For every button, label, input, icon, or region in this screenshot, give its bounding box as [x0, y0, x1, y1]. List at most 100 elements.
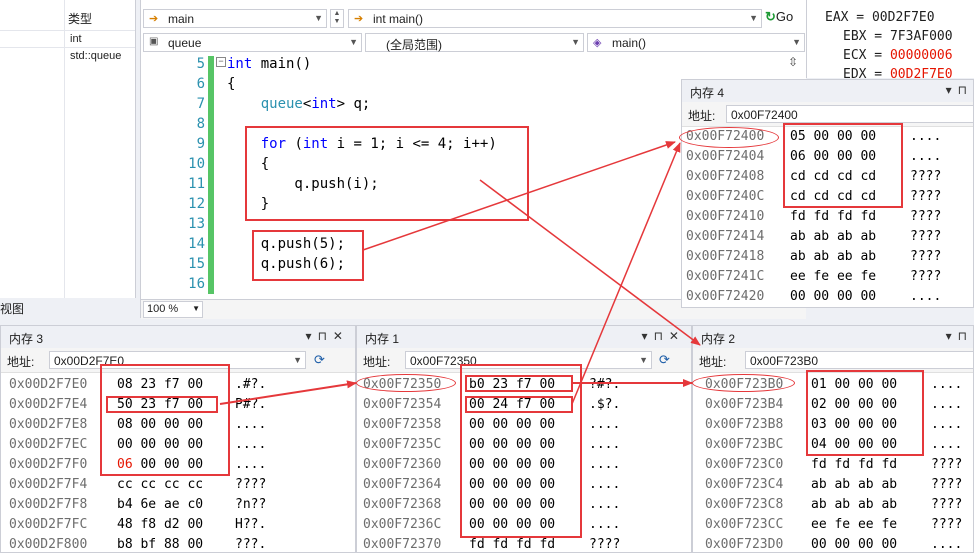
window-buttons[interactable]: ▾⊓✕ [642, 329, 685, 343]
memory-chars: ???? [910, 189, 942, 204]
register-value: 7F3AF000 [889, 29, 953, 44]
annotation-oval-mem4 [679, 127, 779, 148]
memory-chars: ?#?. [589, 377, 621, 392]
code-line[interactable]: queue<int> q; [227, 96, 371, 112]
memory-address: 0x00F7241C [686, 269, 765, 284]
memory-chars: ???? [910, 229, 942, 244]
memory-address: 0x00F72364 [363, 477, 442, 492]
memory-chars: .... [910, 149, 942, 164]
memory-chars: ???? [235, 477, 267, 492]
address-label: 地址: [363, 355, 391, 369]
member-combo-text: main() [612, 36, 647, 50]
memory-chars: .... [235, 437, 267, 452]
window-buttons[interactable]: ▾⊓ [946, 83, 973, 97]
collapse-icon[interactable]: − [216, 57, 226, 67]
register-ebx: EBX = 7F3AF000 [843, 29, 953, 44]
memory-address: 0x00D2F7F8 [9, 497, 88, 512]
annotation-box-mem3 [100, 364, 230, 476]
memory-hex: ab ab ab ab [811, 497, 898, 512]
memory-address: 0x00F723BC [705, 437, 784, 452]
locals-type: std::queue [70, 50, 122, 62]
line-number: 9 [196, 136, 205, 152]
memory-chars: .... [931, 417, 963, 432]
memory-address: 0x00F723CC [705, 517, 784, 532]
memory-hex: ab ab ab ab [790, 249, 877, 264]
memory-address: 0x00F72360 [363, 457, 442, 472]
memory-chars: .#?. [235, 377, 267, 392]
memory-address: 0x00D2F7FC [9, 517, 88, 532]
window-buttons[interactable]: ▾⊓ [946, 329, 973, 343]
memory-hex: fd fd fd fd [469, 537, 556, 552]
memory-address: 0x00F72370 [363, 537, 442, 552]
register-ecx: ECX = 00000006 [843, 48, 953, 63]
memory-chars: .... [931, 397, 963, 412]
memory-chars: .... [931, 377, 963, 392]
memory-chars: .... [931, 537, 963, 552]
project-icon: ▣ [149, 36, 159, 47]
change-bar [208, 56, 214, 294]
memory-address: 0x00F72368 [363, 497, 442, 512]
project-combo[interactable]: ▣ queue ▼ [143, 33, 362, 52]
window-buttons[interactable]: ▾⊓✕ [306, 329, 349, 343]
annotation-box-loop [245, 126, 529, 221]
navigation-combo[interactable]: ➔ main ▼ [143, 9, 327, 28]
memory-address: 0x00F72410 [686, 209, 765, 224]
memory-title: 内存 2 [701, 332, 736, 346]
arrow-right-icon: ➔ [354, 13, 364, 25]
navigation-combo-text: main [168, 12, 195, 26]
locals-row[interactable]: int [0, 30, 135, 48]
locals-row[interactable]: std::queue [0, 47, 135, 65]
code-line[interactable]: { [227, 76, 235, 92]
memory-chars: .... [589, 457, 621, 472]
memory-chars: ???? [910, 249, 942, 264]
memory-chars: ???? [931, 457, 963, 472]
function-combo[interactable]: ➔ int main() ▼ [348, 9, 762, 28]
line-number: 8 [196, 116, 205, 132]
column-header-type[interactable]: 类型 [68, 10, 92, 27]
memory-hex: ee fe ee fe [790, 269, 877, 284]
annotation-oval-mem2 [692, 374, 795, 392]
zoom-combo[interactable]: 100 % ▼ [143, 301, 203, 318]
chevron-down-icon: ▼ [314, 13, 323, 23]
register-name: EAX [825, 10, 849, 25]
address-label: 地址: [7, 355, 35, 369]
memory-address: 0x00F72404 [686, 149, 765, 164]
go-button[interactable]: ↻Go [765, 9, 803, 28]
memory-chars: .... [910, 129, 942, 144]
locals-type: int [70, 33, 82, 45]
memory-chars: ???? [910, 269, 942, 284]
memory-chars: .... [910, 289, 942, 304]
scope-combo[interactable]: (全局范围) ▼ [365, 33, 584, 52]
memory-chars: ???? [910, 209, 942, 224]
memory-chars: ???? [931, 477, 963, 492]
code-line[interactable]: int main() [227, 56, 311, 72]
refresh-icon[interactable]: ⟳ [659, 352, 670, 368]
chevron-down-icon: ▼ [571, 37, 580, 47]
view-label: 视图 [0, 302, 25, 316]
annotation-box-mem4 [783, 123, 903, 208]
line-number: 6 [196, 76, 205, 92]
memory-chars: P#?. [235, 397, 267, 412]
address-input[interactable]: 0x00F72400 [726, 105, 973, 123]
registers-panel: EAX = 00D2F7E0 EBX = 7F3AF000 ECX = 000000… [806, 0, 974, 82]
memory-chars: .... [931, 437, 963, 452]
memory-address: 0x00F723D0 [705, 537, 784, 552]
memory-address: 0x00F72358 [363, 417, 442, 432]
memory-address: 0x00D2F800 [9, 537, 88, 552]
chevron-down-icon: ▼ [792, 37, 801, 47]
memory-chars: .... [589, 497, 621, 512]
zoom-value: 100 % [147, 303, 179, 315]
address-input[interactable]: 0x00F723B0 [745, 351, 973, 369]
memory-address: 0x00F723C0 [705, 457, 784, 472]
memory-chars: .... [589, 517, 621, 532]
memory-address: 0x00D2F7E4 [9, 397, 88, 412]
memory-chars: ???? [910, 169, 942, 184]
memory-address: 0x00F72354 [363, 397, 442, 412]
spin-buttons[interactable]: ▲ ▼ [330, 9, 344, 28]
annotation-box-mem2 [806, 370, 924, 456]
refresh-go-icon: ↻ [765, 9, 776, 24]
annotation-box-push [252, 230, 364, 281]
member-combo[interactable]: ◈ main() ▼ [587, 33, 805, 52]
refresh-icon[interactable]: ⟳ [314, 352, 325, 368]
memory-title: 内存 1 [365, 332, 400, 346]
